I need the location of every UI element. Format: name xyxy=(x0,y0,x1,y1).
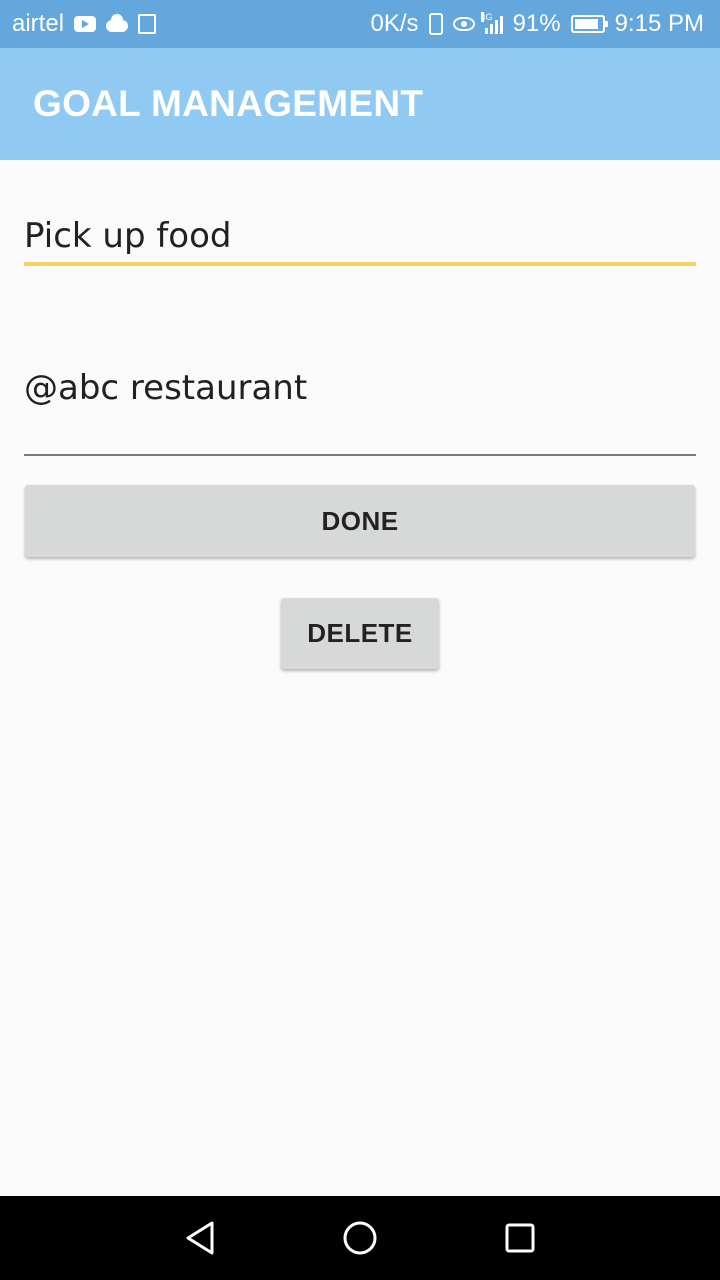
cloud-icon xyxy=(106,14,129,32)
map-icon xyxy=(138,14,157,34)
status-left: airtel xyxy=(12,10,157,38)
page-title: GOAL MANAGEMENT xyxy=(33,83,424,124)
app-bar: GOAL MANAGEMENT xyxy=(0,48,720,160)
recents-icon[interactable] xyxy=(500,1218,540,1258)
battery-icon xyxy=(570,15,608,33)
clock: 9:15 PM xyxy=(614,10,704,37)
vibrate-icon xyxy=(428,13,443,35)
youtube-icon xyxy=(74,16,97,32)
battery-percent: 91% xyxy=(512,10,561,37)
carrier-label: airtel xyxy=(12,10,65,37)
network-speed: 0K/s xyxy=(370,10,419,37)
home-icon[interactable] xyxy=(340,1218,380,1258)
status-bar: airtel 0K/s 4G 91% 9:15 PM xyxy=(0,0,720,48)
eye-icon xyxy=(452,17,475,31)
delete-button[interactable]: DELETE xyxy=(281,598,439,669)
goal-location-field[interactable]: @abc restaurant xyxy=(24,352,696,456)
signal-icon: 4G xyxy=(480,12,503,34)
network-type: 4G xyxy=(480,12,493,22)
goal-location-text: @abc restaurant xyxy=(24,368,308,408)
goal-title-text: Pick up food xyxy=(24,216,232,256)
status-right: 0K/s 4G 91% 9:15 PM xyxy=(371,10,704,38)
done-button[interactable]: DONE xyxy=(25,485,695,557)
back-icon[interactable] xyxy=(180,1218,220,1258)
navigation-bar xyxy=(0,1196,720,1280)
goal-title-field[interactable]: Pick up food xyxy=(24,210,696,266)
